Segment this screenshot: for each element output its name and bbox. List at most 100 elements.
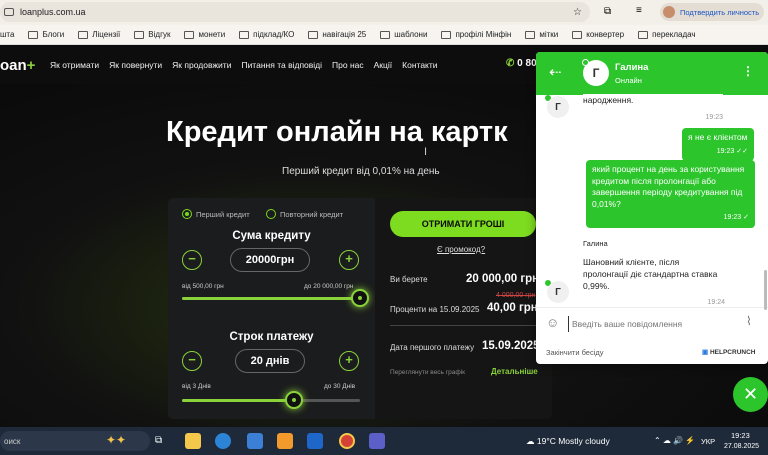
star-icon[interactable]: ☆ [573, 7, 582, 18]
nav-link[interactable]: Акції [374, 60, 393, 70]
address-bar[interactable]: loanplus.com.ua ☆ [0, 2, 590, 22]
folder-icon [525, 30, 536, 39]
profile-button[interactable]: Подтвердить личность [660, 3, 764, 21]
bookmark-item[interactable]: перекладач [638, 30, 696, 39]
bookmark-label: підклад/КО [253, 30, 295, 39]
amount-min-label: від 500,00 грн [182, 283, 224, 290]
chrome-icon[interactable] [339, 433, 355, 449]
phone-number[interactable]: ✆ 0 80 [506, 58, 537, 69]
bookmark-item[interactable]: шаблони [380, 30, 427, 39]
site-logo[interactable]: oan+ [0, 57, 36, 74]
radio-label: Повторний кредит [280, 209, 344, 219]
radio-first-credit[interactable]: Перший кредит [182, 209, 250, 219]
app-icon[interactable] [277, 433, 293, 449]
bookmark-item[interactable]: Блоги [28, 30, 64, 39]
url-text: loanplus.com.ua [20, 7, 86, 17]
radio-repeat-credit[interactable]: Повторний кредит [266, 209, 343, 219]
sent-check-icon: ✓ [743, 214, 749, 221]
folder-icon [78, 30, 89, 39]
amount-value[interactable]: 20000грн [230, 248, 310, 272]
bookmark-label: профілі Мінфін [455, 30, 512, 39]
term-plus-button[interactable]: + [339, 351, 359, 371]
amount-slider-track[interactable] [182, 297, 360, 300]
chat-close-button[interactable]: ✕ [733, 377, 768, 412]
term-min-label: від 3 Днів [182, 383, 211, 390]
chat-scrollbar[interactable] [764, 270, 767, 310]
message-text: я не є клієнтом [688, 132, 748, 142]
nav-link[interactable]: Питання та відповіді [241, 60, 322, 70]
old-interest-value: 4 000,00 грн [496, 292, 536, 299]
phone-text: 0 80 [517, 58, 537, 69]
extensions-icon[interactable]: ⧉ [604, 6, 611, 17]
brand-text: HELPCRUNCH [709, 349, 756, 356]
term-value[interactable]: 20 днів [235, 349, 305, 373]
nav-link[interactable]: Контакти [402, 60, 437, 70]
bookmark-item[interactable]: підклад/КО [239, 30, 294, 39]
system-tray[interactable]: ⌃ ☁ 🔊 ⚡ [654, 436, 695, 445]
more-menu-icon[interactable]: ⋮ [742, 64, 754, 78]
message-agent: Галина Шановний клієнте, після пролонгац… [583, 238, 725, 309]
agent-initial: Г [555, 101, 561, 113]
message-input[interactable] [568, 316, 738, 332]
amount-minus-button[interactable]: − [182, 250, 202, 270]
weather-widget[interactable]: ☁ 19°C Mostly cloudy [526, 436, 610, 447]
read-checks-icon: ✓✓ [736, 147, 748, 155]
schedule-link[interactable]: Переглянути весь графік [390, 369, 465, 376]
bookmark-label: конвертер [586, 30, 625, 39]
helpcrunch-brand[interactable]: ▣ HELPCRUNCH [702, 348, 755, 356]
plus-icon: + [26, 56, 36, 74]
folder-icon [572, 30, 583, 39]
language-indicator[interactable]: УКР [701, 437, 715, 446]
chat-widget: ⇠ Г Галина Онлайн ⋮ Г народження. 19:23 … [536, 52, 768, 364]
clock-date[interactable]: 27.08.2025 [724, 443, 759, 450]
file-explorer-icon[interactable] [185, 433, 201, 449]
message-agent: народження. 19:23 [583, 94, 723, 124]
emoji-icon[interactable]: ☺ [546, 315, 559, 330]
site-settings-icon[interactable] [4, 8, 14, 16]
bookmark-item[interactable]: мітки [525, 30, 558, 39]
edge-icon[interactable] [215, 433, 231, 449]
end-chat-link[interactable]: Закінчити бесіду [546, 348, 604, 357]
task-view-icon[interactable]: ⧉ [155, 435, 162, 446]
term-slider-fill [182, 399, 295, 402]
teams-icon[interactable] [369, 433, 385, 449]
message-text: який процент на день за користування кре… [592, 164, 745, 209]
back-arrow-icon[interactable]: ⇠ [549, 63, 562, 81]
nav-link[interactable]: Як отримати [50, 60, 99, 70]
nav-link[interactable]: Як повернути [109, 60, 162, 70]
term-minus-button[interactable]: − [182, 351, 202, 371]
amount-slider-handle[interactable] [351, 289, 369, 307]
bookmarks-bar: шта Блоги Ліцензії Відгук монети підклад/КО на… [0, 25, 768, 45]
reading-list-icon[interactable]: ≡ [636, 5, 642, 16]
bookmark-item[interactable]: навігація 25 [308, 30, 366, 39]
nav-link[interactable]: Як продовжити [172, 60, 231, 70]
folder-icon [239, 30, 250, 39]
details-link[interactable]: Детальніше [491, 367, 538, 376]
folder-icon [441, 30, 452, 39]
bookmark-label: мітки [539, 30, 559, 39]
bookmark-item[interactable]: профілі Мінфін [441, 30, 511, 39]
taskbar-search[interactable]: оиск ✦✦ [0, 431, 150, 451]
amount-plus-button[interactable]: + [339, 250, 359, 270]
term-max-label: до 30 Днів [324, 383, 356, 390]
bookmark-item[interactable]: Ліцензії [78, 30, 120, 39]
bookmark-item[interactable]: шта [0, 30, 14, 39]
term-slider-handle[interactable] [285, 391, 304, 409]
avatar [663, 6, 675, 18]
store-icon[interactable] [247, 433, 263, 449]
term-slider-track[interactable] [182, 399, 360, 402]
bookmark-label: монети [198, 30, 226, 39]
bookmark-item[interactable]: монети [184, 30, 225, 39]
bookmark-item[interactable]: Відгук [134, 30, 170, 39]
bookmark-item[interactable]: конвертер [572, 30, 624, 39]
nav-link[interactable]: Про нас [332, 60, 364, 70]
get-money-button[interactable]: ОТРИМАТИ ГРОШІ [390, 211, 536, 237]
weather-text: 19°C Mostly cloudy [536, 436, 610, 446]
radio-selected-icon [182, 209, 192, 219]
chat-header: ⇠ Г Галина Онлайн ⋮ [536, 52, 768, 95]
outlook-icon[interactable] [307, 433, 323, 449]
promo-code-link[interactable]: Є промокод? [437, 245, 485, 254]
time-text: 19:23 [716, 147, 735, 155]
clock-time[interactable]: 19:23 [731, 431, 750, 440]
attachment-icon[interactable]: ⌇ [746, 314, 752, 328]
